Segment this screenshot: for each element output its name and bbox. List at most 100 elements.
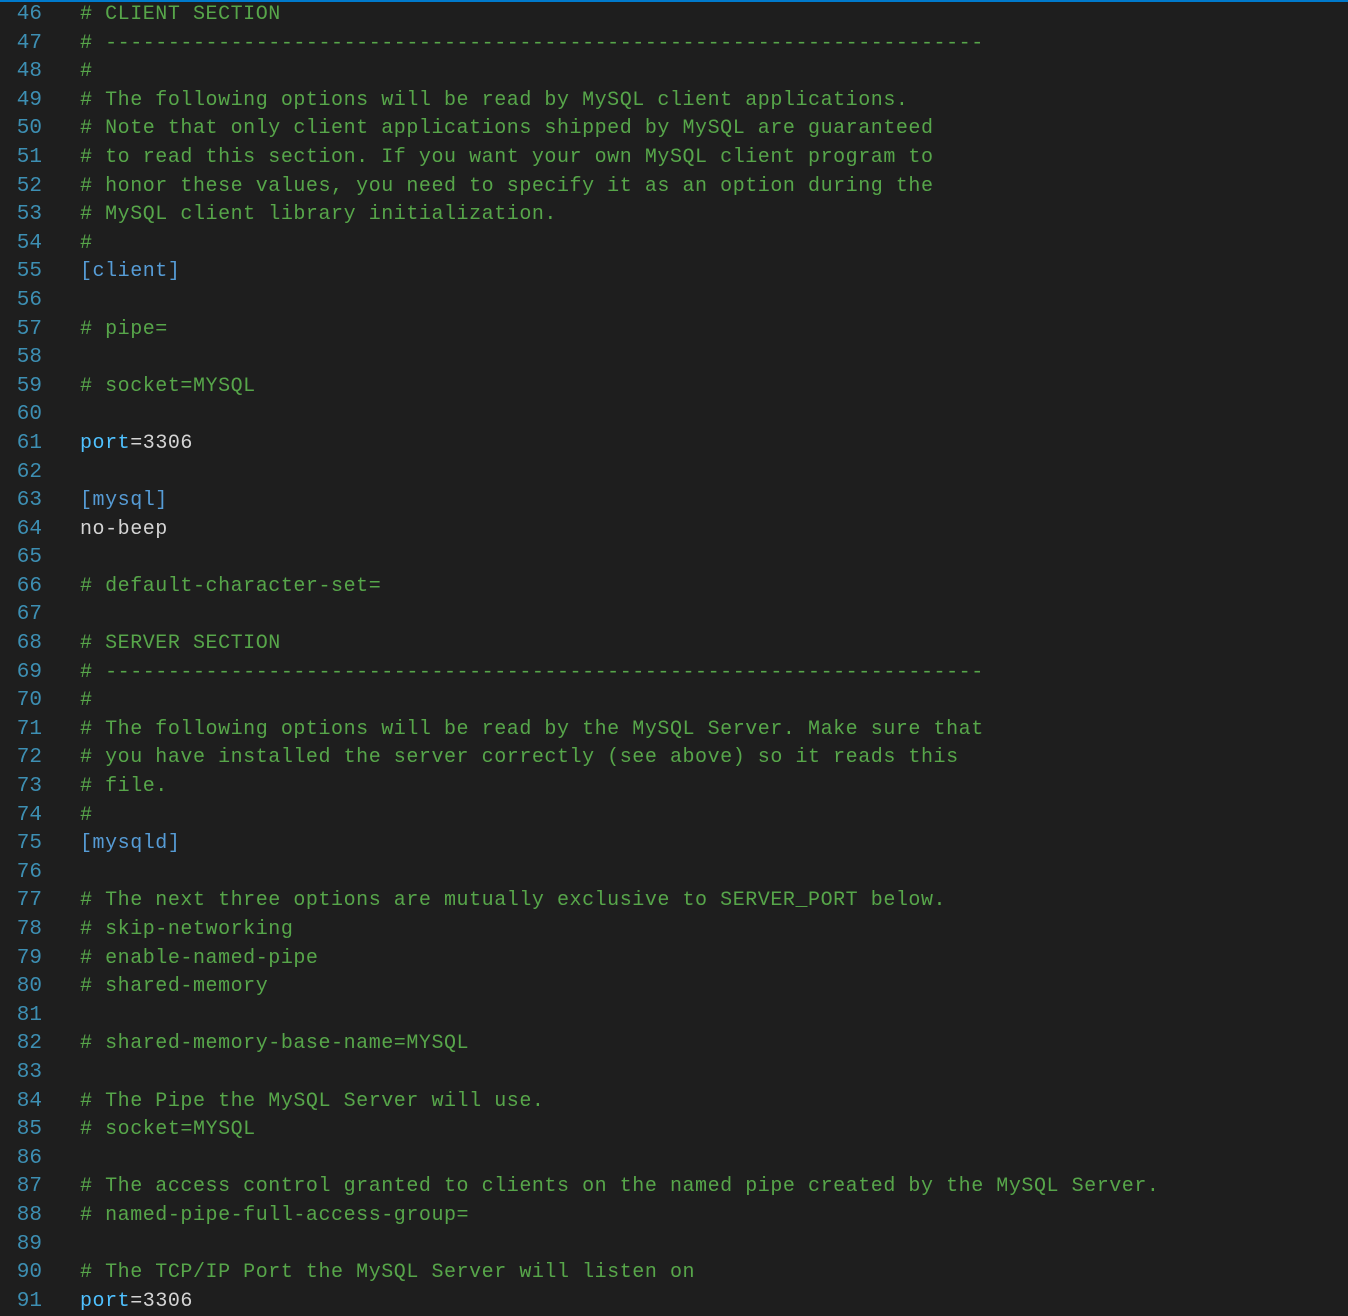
line-number: 71 bbox=[16, 717, 42, 741]
comment-text: # CLIENT SECTION bbox=[80, 3, 281, 26]
comment-text: # skip-networking bbox=[80, 918, 294, 941]
code-line[interactable]: 51 # to read this section. If you want yo… bbox=[0, 144, 1348, 173]
line-number: 47 bbox=[16, 31, 42, 55]
code-line[interactable]: 73 # file. bbox=[0, 773, 1348, 802]
line-number: 70 bbox=[16, 689, 42, 713]
comment-text: # pipe= bbox=[80, 317, 168, 341]
line-number: 85 bbox=[16, 1118, 42, 1142]
line-number: 62 bbox=[16, 460, 42, 484]
line-number: 89 bbox=[16, 1232, 42, 1256]
comment-text: # The following options will be read by … bbox=[80, 88, 909, 112]
code-line[interactable]: 57 # pipe= bbox=[0, 316, 1348, 345]
code-line[interactable]: 83 bbox=[0, 1059, 1348, 1088]
code-line[interactable]: 89 bbox=[0, 1231, 1348, 1260]
line-number: 61 bbox=[16, 431, 42, 455]
line-number: 50 bbox=[16, 117, 42, 141]
comment-text: # SERVER SECTION bbox=[80, 632, 281, 656]
code-line[interactable]: 85 # socket=MYSQL bbox=[0, 1116, 1348, 1145]
code-line[interactable]: 61 port=3306 bbox=[0, 430, 1348, 459]
code-line[interactable]: 82 # shared-memory-base-name=MYSQL bbox=[0, 1030, 1348, 1059]
code-line[interactable]: 46 # CLIENT SECTION bbox=[0, 1, 1348, 30]
code-line[interactable]: 75 [mysqld] bbox=[0, 830, 1348, 859]
code-line[interactable]: 62 bbox=[0, 459, 1348, 488]
code-line[interactable]: 64 no-beep bbox=[0, 516, 1348, 545]
config-value: 3306 bbox=[142, 431, 193, 455]
code-line[interactable]: 60 bbox=[0, 401, 1348, 430]
line-number: 49 bbox=[16, 88, 42, 112]
line-number: 83 bbox=[16, 1060, 42, 1084]
code-line[interactable]: 67 bbox=[0, 601, 1348, 630]
line-number: 59 bbox=[16, 374, 42, 398]
comment-text: # honor these values, you need to specif… bbox=[80, 174, 934, 198]
line-number: 69 bbox=[16, 660, 42, 684]
code-line[interactable]: 76 bbox=[0, 859, 1348, 888]
code-line[interactable]: 59 # socket=MYSQL bbox=[0, 373, 1348, 402]
config-key: port bbox=[80, 431, 131, 455]
line-number: 87 bbox=[16, 1175, 42, 1199]
code-line[interactable]: 49 # The following options will be read b… bbox=[0, 87, 1348, 116]
line-number: 53 bbox=[16, 203, 42, 227]
line-number: 67 bbox=[16, 603, 42, 627]
code-line[interactable]: 52 # honor these values, you need to spec… bbox=[0, 173, 1348, 202]
line-number: 80 bbox=[16, 975, 42, 999]
code-line[interactable]: 71 # The following options will be read b… bbox=[0, 716, 1348, 745]
code-line[interactable]: 53 # MySQL client library initialization. bbox=[0, 201, 1348, 230]
config-directive: no-beep bbox=[80, 517, 168, 541]
code-line[interactable]: 91 port=3306 bbox=[0, 1288, 1348, 1316]
line-number: 88 bbox=[16, 1203, 42, 1227]
comment-text: # bbox=[80, 60, 93, 84]
config-key-value: port=3306 bbox=[80, 430, 193, 459]
line-number: 57 bbox=[16, 317, 42, 341]
line-number: 72 bbox=[16, 746, 42, 770]
code-line[interactable]: 50 # Note that only client applications s… bbox=[0, 115, 1348, 144]
code-line[interactable]: 48 # bbox=[0, 58, 1348, 87]
code-line[interactable]: 55 [client] bbox=[0, 258, 1348, 287]
code-line[interactable]: 47 # ------------------------------------… bbox=[0, 30, 1348, 59]
code-line[interactable]: 87 # The access control granted to client… bbox=[0, 1173, 1348, 1202]
line-number: 63 bbox=[16, 489, 42, 513]
comment-text: # bbox=[80, 803, 93, 827]
code-line[interactable]: 84 # The Pipe the MySQL Server will use. bbox=[0, 1088, 1348, 1117]
code-line[interactable]: 80 # shared-memory bbox=[0, 973, 1348, 1002]
comment-text: # bbox=[80, 689, 93, 713]
line-number: 60 bbox=[16, 403, 42, 427]
line-number: 78 bbox=[16, 918, 42, 941]
line-number: 54 bbox=[16, 231, 42, 255]
code-line[interactable]: 78 # skip-networking bbox=[0, 916, 1348, 945]
code-line[interactable]: 69 # ------------------------------------… bbox=[0, 659, 1348, 688]
code-line[interactable]: 77 # The next three options are mutually … bbox=[0, 887, 1348, 916]
comment-text: # socket=MYSQL bbox=[80, 374, 256, 398]
code-line[interactable]: 70 # bbox=[0, 687, 1348, 716]
code-line[interactable]: 74 # bbox=[0, 802, 1348, 831]
line-number: 91 bbox=[16, 1289, 42, 1313]
code-line[interactable]: 65 bbox=[0, 544, 1348, 573]
code-line[interactable]: 79 # enable-named-pipe bbox=[0, 945, 1348, 974]
line-number: 82 bbox=[16, 1032, 42, 1056]
line-number: 48 bbox=[16, 60, 42, 84]
comment-text: # enable-named-pipe bbox=[80, 946, 319, 970]
comment-text: # file. bbox=[80, 775, 168, 799]
code-line[interactable]: 72 # you have installed the server correc… bbox=[0, 744, 1348, 773]
code-line[interactable]: 68 # SERVER SECTION bbox=[0, 630, 1348, 659]
line-number: 81 bbox=[16, 1003, 42, 1027]
code-line[interactable]: 66 # default-character-set= bbox=[0, 573, 1348, 602]
code-line[interactable]: 90 # The TCP/IP Port the MySQL Server wil… bbox=[0, 1259, 1348, 1288]
equals-sign: = bbox=[130, 431, 143, 455]
code-line[interactable]: 56 bbox=[0, 287, 1348, 316]
code-line[interactable]: 81 bbox=[0, 1002, 1348, 1031]
section-header: [mysql] bbox=[80, 489, 168, 513]
code-editor[interactable]: 46 # CLIENT SECTION 47 # ------------------… bbox=[0, 1, 1348, 1316]
config-key-value: port=3306 bbox=[80, 1288, 193, 1316]
line-number: 75 bbox=[16, 832, 42, 856]
line-number: 90 bbox=[16, 1261, 42, 1285]
code-line[interactable]: 88 # named-pipe-full-access-group= bbox=[0, 1202, 1348, 1231]
code-line[interactable]: 86 bbox=[0, 1145, 1348, 1174]
comment-text: # The Pipe the MySQL Server will use. bbox=[80, 1089, 545, 1113]
code-line[interactable]: 58 bbox=[0, 344, 1348, 373]
line-number: 65 bbox=[16, 546, 42, 570]
comment-text: # shared-memory bbox=[80, 975, 269, 999]
code-line[interactable]: 63 [mysql] bbox=[0, 487, 1348, 516]
comment-text: # bbox=[80, 231, 93, 255]
line-number: 74 bbox=[16, 803, 42, 827]
code-line[interactable]: 54 # bbox=[0, 230, 1348, 259]
